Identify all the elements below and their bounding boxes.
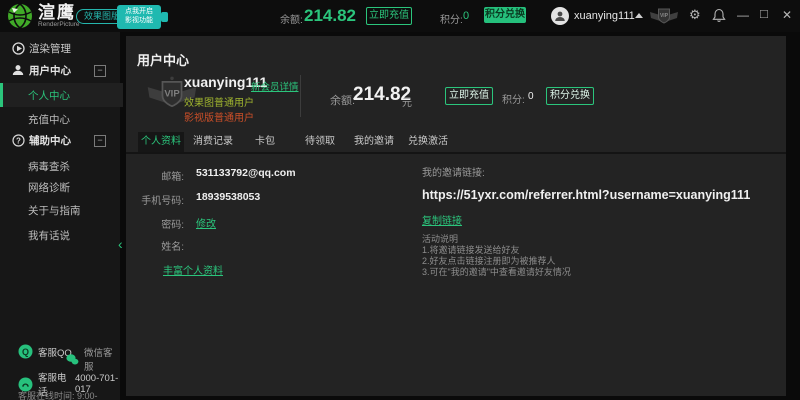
tab-profile[interactable]: 个人资料 [138,132,184,152]
qq-icon: Q [18,344,33,359]
name-label: 姓名: [126,238,184,253]
tab-consumption[interactable]: 消费记录 [193,132,233,152]
phone-field-label: 手机号码: [126,192,184,207]
profile-points-value: 0 [528,91,534,102]
video-user-tag: 影视版普通用户 [184,109,254,124]
collapse-minus-icon[interactable]: − [94,65,106,77]
sidebar-item-label: 个人中心 [28,88,70,103]
sidebar-item-about-guide[interactable]: 关于与指南 [0,200,120,220]
sidebar-item-feedback[interactable]: 我有话说 [0,225,120,245]
profile-points-redeem-button[interactable]: 积分兑换 [546,87,594,105]
user-icon [11,63,25,77]
profile-recharge-button[interactable]: 立即充值 [445,87,493,105]
recharge-button[interactable]: 立即充值 [366,7,412,25]
activity-line: 2.好友点击链接注册即为被推荐人 [422,256,556,267]
person-icon [554,10,566,22]
wechat-label: 微信客服 [84,345,120,373]
page-title: 用户中心 [137,50,189,69]
member-detail-link[interactable]: 新会员详情 [251,79,299,93]
minimize-icon[interactable]: — [737,9,749,21]
app-name: 渲鹰 [38,4,80,21]
app-subtitle: RenderPicture [38,21,80,28]
maximize-icon[interactable]: □ [760,8,768,20]
password-label: 密码: [126,216,184,231]
vip-badge-icon: VIP [649,5,679,32]
svg-text:?: ? [16,136,21,145]
enrich-profile-link[interactable]: 丰富个人资料 [163,262,223,277]
app-logo: 渲鹰 RenderPicture [38,4,80,28]
balance-value: 214.82 [304,6,356,26]
video-badge-line1: 点我开启 [117,7,161,16]
help-icon: ? [11,133,25,147]
wechat-support[interactable]: 微信客服 [66,345,120,373]
sidebar-item-label: 辅助中心 [29,133,71,148]
caret-up-icon[interactable] [635,13,643,18]
app-logo-icon [7,3,33,34]
user-center-panel: 用户中心 VIP xuanying111 新会员详情 效果图普通用户 影视版普通… [126,36,786,396]
vip-text: VIP [164,89,180,100]
sidebar-item-recharge-center[interactable]: 充值中心 [0,109,120,129]
activity-line: 1.将邀请链接发送给好友 [422,245,520,256]
sidebar-item-label: 关于与指南 [28,203,81,218]
close-icon[interactable]: ✕ [782,9,792,21]
points-label: 积分: [440,11,463,26]
tab-cards[interactable]: 卡包 [245,132,285,152]
balance-label: 余额: [280,11,303,26]
app-window: 渲鹰 RenderPicture 效果图版 点我开启 影视功能 余额: 214.… [0,0,800,400]
phone-value: 18939538053 [196,191,260,203]
qq-support[interactable]: Q 客服QQ [18,344,72,359]
sidebar-item-assist-center[interactable]: ? 辅助中心 − [0,130,120,150]
wechat-icon [66,353,79,366]
sidebar-item-label: 充值中心 [28,112,70,127]
tab-invites[interactable]: 我的邀请 [354,132,394,152]
profile-balance-label: 余额: [330,92,355,108]
sidebar-item-user-center[interactable]: 用户中心 − [0,60,120,80]
sidebar-item-label: 渲染管理 [29,41,71,56]
vertical-divider [300,75,301,117]
tab-redeem[interactable]: 兑换激活 [408,132,448,152]
sidebar-item-virus-scan[interactable]: 病毒查杀 [0,156,120,176]
sidebar-item-label: 我有话说 [28,228,70,243]
invite-link-url: https://51yxr.com/referrer.html?username… [422,188,750,202]
invite-link-label: 我的邀请链接: [422,164,485,179]
collapse-minus-icon[interactable]: − [94,135,106,147]
render-icon [11,41,25,55]
video-camera-tab [161,12,168,22]
effect-user-tag: 效果图普通用户 [184,94,254,109]
points-value: 0 [463,10,469,22]
sidebar-collapse-chevron-icon[interactable]: ‹ [118,236,123,252]
avatar[interactable] [551,7,569,25]
bell-icon[interactable] [712,8,726,28]
password-change-link[interactable]: 修改 [196,215,216,230]
svg-text:VIP: VIP [660,13,669,19]
video-badge-line2: 影视功能 [117,16,161,25]
sidebar-item-label: 病毒查杀 [28,159,70,174]
sidebar-item-network-diagnose[interactable]: 网络诊断 [0,177,120,197]
video-edition-button[interactable]: 点我开启 影视功能 [117,5,168,29]
sidebar-item-label: 用户中心 [29,63,71,78]
svg-text:Q: Q [22,347,29,357]
sidebar-item-personal-center[interactable]: 个人中心 [0,83,123,107]
activity-line: 3.可在"我的邀请"中查看邀请好友情况 [422,267,571,278]
copy-link-button[interactable]: 复制链接 [422,212,462,227]
profile-balance-unit: 元 [402,94,412,109]
sidebar-item-render-manage[interactable]: 渲染管理 [0,38,120,58]
sidebar: 渲染管理 用户中心 − 个人中心 充值中心 ? [0,32,120,400]
activity-title: 活动说明 [422,234,458,245]
username[interactable]: xuanying111 [574,10,635,22]
service-hours: 客服在线时间: 9:00-24:00 [18,389,120,400]
settings-gear-icon[interactable]: ⚙ [689,9,701,21]
points-redeem-button[interactable]: 积分兑换 [484,7,526,23]
tab-divider [126,152,786,154]
titlebar: 渲鹰 RenderPicture 效果图版 点我开启 影视功能 余额: 214.… [0,0,800,32]
tab-pending[interactable]: 待领取 [300,132,340,152]
profile-points-label: 积分: [502,91,525,106]
email-value: 531133792@qq.com [196,167,296,179]
video-camera-icon[interactable]: 点我开启 影视功能 [117,5,161,29]
sidebar-item-label: 网络诊断 [28,180,70,195]
email-label: 邮箱: [126,168,184,183]
